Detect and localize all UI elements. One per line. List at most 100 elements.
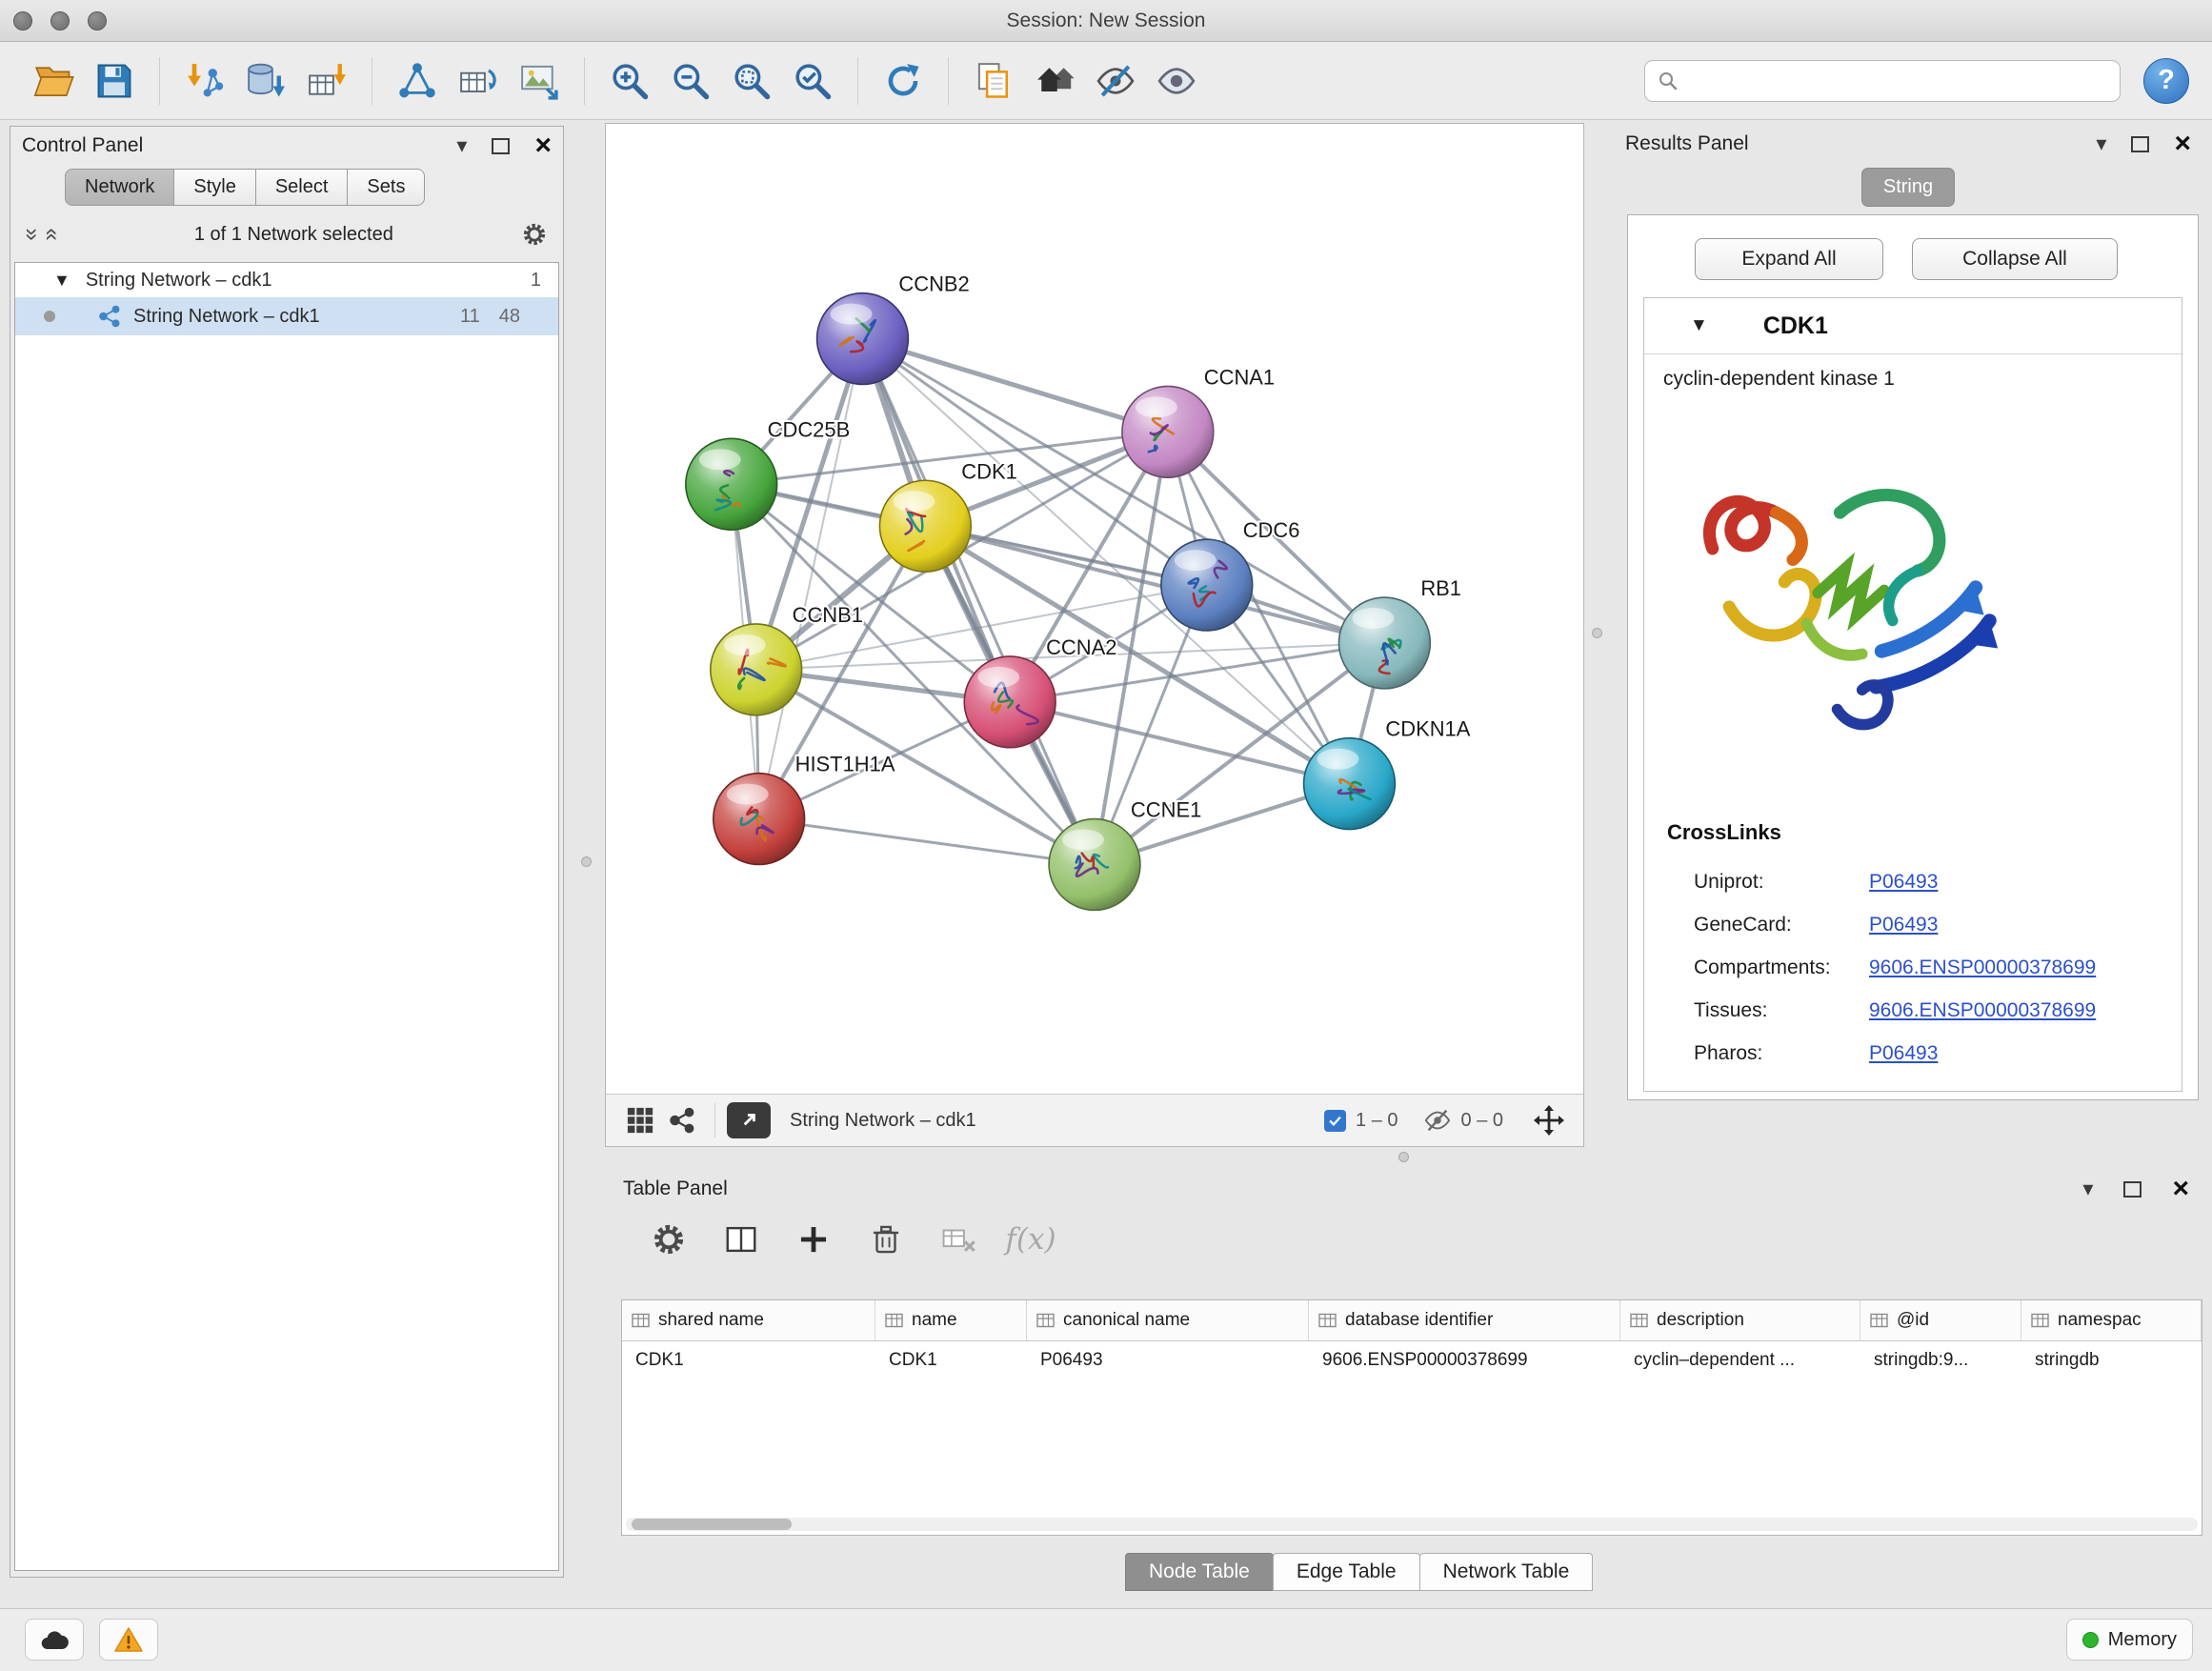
cloud-button[interactable] — [25, 1619, 84, 1661]
hide-selected-button[interactable] — [1088, 53, 1143, 109]
crosslink-row: GeneCard: P06493 — [1644, 903, 2182, 946]
close-panel-icon[interactable]: × — [2174, 130, 2191, 158]
float-panel-icon[interactable] — [2123, 1181, 2142, 1198]
hidden-eye-icon[interactable] — [1423, 1106, 1452, 1135]
tab-node-table[interactable]: Node Table — [1125, 1553, 1274, 1591]
copy-document-button[interactable] — [966, 53, 1021, 109]
column-header[interactable]: database identifier — [1309, 1300, 1620, 1340]
new-table-button[interactable] — [451, 53, 506, 109]
gear-icon[interactable] — [521, 221, 548, 248]
tab-network[interactable]: Network — [65, 169, 174, 206]
import-table-file-button[interactable] — [299, 53, 354, 109]
grid-view-button[interactable] — [619, 1099, 661, 1141]
column-header[interactable]: name — [875, 1300, 1027, 1340]
tab-network-table[interactable]: Network Table — [1419, 1553, 1594, 1591]
edge-count: 48 — [499, 306, 520, 328]
home-view-button[interactable] — [1027, 53, 1082, 109]
float-panel-icon[interactable] — [492, 138, 510, 154]
tab-select[interactable]: Select — [255, 169, 349, 206]
network-row-selected[interactable]: String Network – cdk1 11 48 — [15, 297, 558, 335]
add-column-button[interactable] — [789, 1215, 838, 1264]
crosslink-tissues[interactable]: 9606.ENSP00000378699 — [1869, 999, 2096, 1022]
column-header[interactable]: description — [1620, 1300, 1860, 1340]
string-results-box: Expand All Collapse All ▼ CDK1 cyclin-de… — [1627, 214, 2199, 1100]
column-icon — [1036, 1313, 1056, 1328]
cell-namespace: stringdb — [2021, 1341, 2202, 1379]
crosslink-row: Uniprot: P06493 — [1644, 860, 2182, 903]
expand-all-icon[interactable]: « — [39, 228, 66, 240]
node-label: CCNB1 — [793, 603, 863, 627]
crosslink-genecard[interactable]: P06493 — [1869, 914, 1938, 936]
zoom-selected-button[interactable] — [785, 53, 840, 109]
show-columns-button[interactable] — [716, 1215, 766, 1264]
network-collection-row[interactable]: ▼ String Network – cdk1 1 — [15, 263, 558, 297]
collapse-triangle-icon[interactable]: ▼ — [53, 271, 70, 291]
column-icon — [1870, 1313, 1889, 1328]
tab-edge-table[interactable]: Edge Table — [1273, 1553, 1420, 1591]
crosslink-pharos[interactable]: P06493 — [1869, 1042, 1938, 1065]
new-network-button[interactable] — [390, 53, 445, 109]
tab-sets[interactable]: Sets — [347, 169, 425, 206]
network-canvas[interactable]: CCNB2CCNA1CDC25BCDK1CDC6RB1CCNB1CCNA2CDK… — [606, 124, 1583, 1094]
save-session-button[interactable] — [87, 53, 142, 109]
node-table[interactable]: shared name name canonical name database… — [621, 1299, 2202, 1536]
column-header[interactable]: namespac — [2021, 1300, 2202, 1340]
collection-label: String Network – cdk1 — [86, 270, 272, 292]
tab-string[interactable]: String — [1861, 168, 1955, 207]
protein-section-header[interactable]: ▼ CDK1 — [1644, 298, 2182, 354]
right-splitter-handle[interactable] — [1592, 628, 1602, 638]
show-all-button[interactable] — [1149, 53, 1204, 109]
panel-menu-icon[interactable]: ▾ — [2096, 133, 2106, 154]
import-network-database-button[interactable] — [238, 53, 293, 109]
scrollbar-thumb[interactable] — [632, 1519, 792, 1530]
close-panel-icon[interactable]: × — [534, 131, 552, 160]
function-builder-button[interactable]: f(x) — [1006, 1215, 1056, 1264]
tab-style[interactable]: Style — [173, 169, 255, 206]
memory-button[interactable]: Memory — [2066, 1619, 2193, 1661]
expand-all-button[interactable]: Expand All — [1695, 238, 1883, 280]
node-label: CDK1 — [961, 459, 1017, 483]
refresh-button[interactable] — [875, 53, 931, 109]
search-icon — [1657, 70, 1679, 92]
pan-crosshair-button[interactable] — [1528, 1099, 1570, 1141]
gene-name: CDK1 — [1763, 312, 1828, 340]
crosslink-uniprot[interactable]: P06493 — [1869, 871, 1938, 894]
help-button[interactable]: ? — [2143, 58, 2189, 104]
search-box[interactable] — [1644, 60, 2121, 102]
crosslink-row: Tissues: 9606.ENSP00000378699 — [1644, 989, 2182, 1032]
panel-menu-icon[interactable]: ▾ — [456, 135, 467, 156]
toolbar-separator — [857, 57, 858, 105]
table-panel-title: Table Panel — [623, 1178, 2052, 1200]
crosslink-label: Pharos: — [1694, 1042, 1869, 1065]
crosslink-compartments[interactable]: 9606.ENSP00000378699 — [1869, 956, 2096, 979]
refresh-icon — [882, 60, 924, 102]
column-label: @id — [1897, 1310, 1929, 1331]
selected-checkbox-icon[interactable] — [1324, 1110, 1346, 1132]
delete-column-button[interactable] — [861, 1215, 911, 1264]
zoom-out-button[interactable] — [663, 53, 718, 109]
column-header[interactable]: @id — [1860, 1300, 2021, 1340]
collapse-triangle-icon[interactable]: ▼ — [1690, 315, 1708, 336]
import-network-file-button[interactable] — [177, 53, 232, 109]
delete-table-button[interactable] — [934, 1215, 983, 1264]
column-header[interactable]: shared name — [622, 1300, 875, 1340]
table-toolbar: f(x) — [610, 1210, 2206, 1269]
close-panel-icon[interactable]: × — [2172, 1175, 2189, 1203]
table-row[interactable]: CDK1 CDK1 P06493 9606.ENSP00000378699 cy… — [622, 1341, 2202, 1379]
bottom-splitter-handle[interactable] — [1398, 1152, 1409, 1162]
export-image-button[interactable] — [512, 53, 567, 109]
zoom-in-button[interactable] — [602, 53, 657, 109]
panel-menu-icon[interactable]: ▾ — [2082, 1178, 2093, 1199]
network-view-button[interactable] — [661, 1099, 703, 1141]
open-session-button[interactable] — [26, 53, 81, 109]
left-splitter-handle[interactable] — [581, 856, 592, 867]
horizontal-scrollbar[interactable] — [626, 1518, 2198, 1531]
open-in-new-window-button[interactable] — [727, 1102, 771, 1138]
table-settings-button[interactable] — [644, 1215, 694, 1264]
collapse-all-button[interactable]: Collapse All — [1912, 238, 2118, 280]
warnings-button[interactable] — [99, 1619, 158, 1661]
zoom-fit-button[interactable] — [724, 53, 779, 109]
column-header[interactable]: canonical name — [1027, 1300, 1309, 1340]
float-panel-icon[interactable] — [2131, 136, 2149, 152]
search-input[interactable] — [1687, 69, 2108, 92]
